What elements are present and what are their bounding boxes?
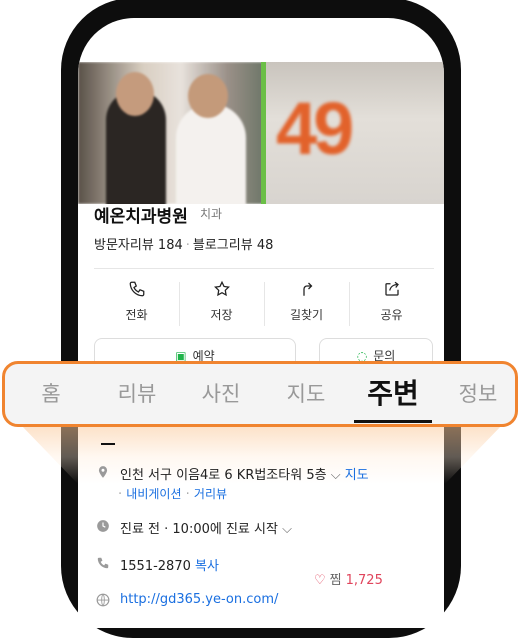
tab-info[interactable]: 정보 — [445, 364, 511, 424]
section-divider — [94, 268, 434, 269]
clock-icon — [97, 520, 109, 532]
tab-reviews[interactable]: 리뷰 — [103, 364, 171, 424]
globe-icon — [96, 593, 110, 607]
share-button[interactable]: 공유 — [349, 280, 434, 330]
phone-icon — [129, 281, 144, 297]
navigation-link[interactable]: 내비게이션 — [126, 487, 181, 501]
tab-map[interactable]: 지도 — [273, 364, 339, 424]
place-photo-banner[interactable]: 49 — [78, 62, 444, 204]
tab-nearby[interactable]: 주변 — [353, 364, 433, 424]
phone-row: 1551-2870 복사 — [120, 555, 219, 574]
place-category: 치과 — [200, 207, 223, 221]
interior-number-graphic: 49 — [276, 87, 354, 170]
active-tab-indicator — [354, 420, 432, 423]
section-dash — [101, 443, 115, 445]
distance-view-link[interactable]: 거리뷰 — [194, 487, 227, 501]
place-tab-bar: 홈 리뷰 사진 지도 주변 정보 — [2, 361, 518, 427]
location-pin-icon — [98, 466, 108, 478]
likes-count: 1,725 — [345, 573, 383, 588]
website-row: http://gd365.ye-on.com/ — [120, 592, 278, 607]
phone-number[interactable]: 1551-2870 — [120, 559, 191, 574]
hours-row[interactable]: 진료 전 · 10:00에 진료 시작 ⌵ — [120, 518, 292, 537]
share-label: 공유 — [380, 308, 403, 322]
tab-home[interactable]: 홈 — [23, 364, 79, 424]
call-label: 전화 — [125, 308, 148, 322]
place-title: 예온치과병원 — [94, 207, 188, 227]
copy-button[interactable]: 복사 — [195, 559, 219, 574]
save-button[interactable]: 저장 — [179, 280, 264, 330]
directions-button[interactable]: 길찾기 — [264, 280, 349, 330]
action-bar: 전화 저장 길찾기 공유 — [94, 280, 434, 330]
likes-label: 찜 — [329, 573, 342, 588]
directions-label: 길찾기 — [289, 308, 324, 322]
save-label: 저장 — [210, 308, 233, 322]
address-text: 인천 서구 이음4로 6 KR법조타워 5층 — [120, 468, 327, 483]
tab-photos[interactable]: 사진 — [188, 364, 254, 424]
star-icon — [213, 280, 230, 297]
likes-counter[interactable]: ♡ 찜 1,725 — [314, 569, 383, 588]
blog-reviews-link[interactable]: 블로그리뷰 48 — [193, 234, 273, 253]
heart-icon: ♡ — [314, 573, 326, 588]
address-sub-links: · 내비게이션 · 거리뷰 — [118, 487, 228, 502]
call-button[interactable]: 전화 — [94, 280, 179, 330]
directions-icon — [302, 282, 312, 296]
separator-dot: · — [185, 238, 190, 253]
chevron-down-icon[interactable]: ⌵ — [331, 468, 341, 483]
hours-text: 진료 전 · 10:00에 진료 시작 — [120, 522, 278, 537]
share-icon — [384, 281, 399, 296]
website-link[interactable]: http://gd365.ye-on.com/ — [120, 592, 278, 607]
phone-call-icon — [97, 557, 109, 569]
hero-photo-doctors[interactable] — [78, 62, 265, 204]
review-summary: 방문자리뷰 184 · 블로그리뷰 48 — [94, 234, 273, 253]
map-link[interactable]: 지도 — [345, 468, 369, 483]
address-row: 인천 서구 이음4로 6 KR법조타워 5층 ⌵ 지도 — [120, 464, 369, 483]
visitor-reviews-link[interactable]: 방문자리뷰 184 — [94, 234, 183, 253]
hours-chevron-icon[interactable]: ⌵ — [282, 522, 292, 537]
